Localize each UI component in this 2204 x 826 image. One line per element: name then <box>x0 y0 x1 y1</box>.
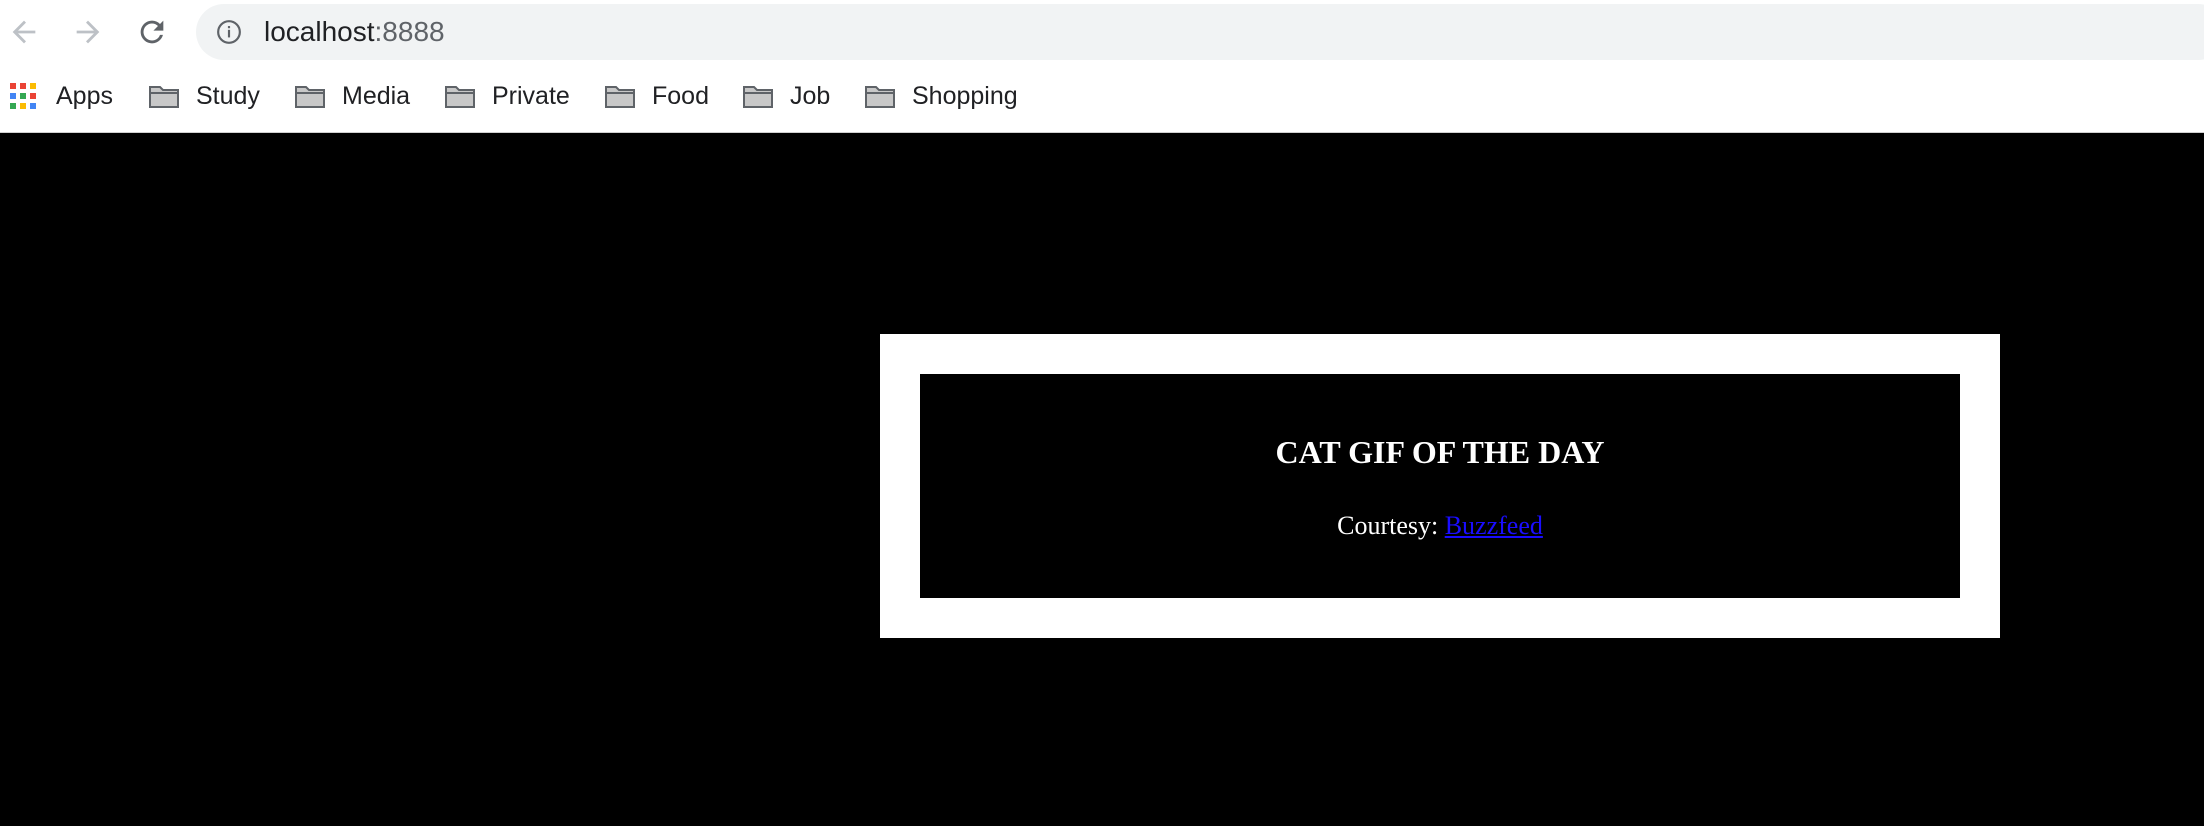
apps-grid-icon <box>10 83 36 109</box>
folder-icon <box>149 86 179 108</box>
bookmark-label: Job <box>790 81 831 110</box>
bookmark-label: Food <box>652 81 709 110</box>
bookmark-private[interactable]: Private <box>444 76 570 116</box>
bookmark-study[interactable]: Study <box>148 76 260 116</box>
bookmark-label: Study <box>196 81 260 110</box>
reload-button[interactable] <box>130 10 174 54</box>
bookmark-label: Media <box>342 81 411 110</box>
bookmark-food[interactable]: Food <box>604 76 709 116</box>
bookmark-label: Shopping <box>912 81 1018 110</box>
folder-icon <box>865 86 895 108</box>
buzzfeed-link[interactable]: Buzzfeed <box>1445 511 1543 540</box>
url-text[interactable]: localhost:8888 <box>264 14 445 50</box>
credit-prefix: Courtesy: <box>1337 511 1445 540</box>
url-port: :8888 <box>374 16 445 47</box>
folder-icon <box>295 86 325 108</box>
card-title: CAT GIF OF THE DAY <box>1275 434 1605 470</box>
folder-icon <box>605 86 635 108</box>
credit-line: Courtesy: Buzzfeed <box>920 510 1960 542</box>
forward-button[interactable] <box>66 10 110 54</box>
bookmark-apps[interactable]: Apps <box>10 76 113 116</box>
bookmark-label: Private <box>492 81 570 110</box>
bookmark-shopping[interactable]: Shopping <box>864 76 1018 116</box>
info-icon[interactable] <box>216 19 242 45</box>
arrow-right-icon <box>76 20 100 44</box>
bookmark-media[interactable]: Media <box>294 76 410 116</box>
page-content: CAT GIF OF THE DAY Courtesy: Buzzfeed <box>0 133 2204 826</box>
bookmark-label: Apps <box>56 81 113 110</box>
back-button[interactable] <box>2 10 46 54</box>
address-bar[interactable]: localhost:8888 <box>196 4 2204 60</box>
url-host: localhost <box>264 16 375 47</box>
arrow-left-icon <box>12 20 36 44</box>
browser-chrome: localhost:8888 Apps Study Media Private … <box>0 0 2204 133</box>
folder-icon <box>743 86 773 108</box>
cat-gif-card: CAT GIF OF THE DAY Courtesy: Buzzfeed <box>880 334 2000 638</box>
card-body: CAT GIF OF THE DAY Courtesy: Buzzfeed <box>920 374 1960 598</box>
folder-icon <box>445 86 475 108</box>
bookmark-job[interactable]: Job <box>742 76 830 116</box>
reload-icon <box>140 20 164 44</box>
